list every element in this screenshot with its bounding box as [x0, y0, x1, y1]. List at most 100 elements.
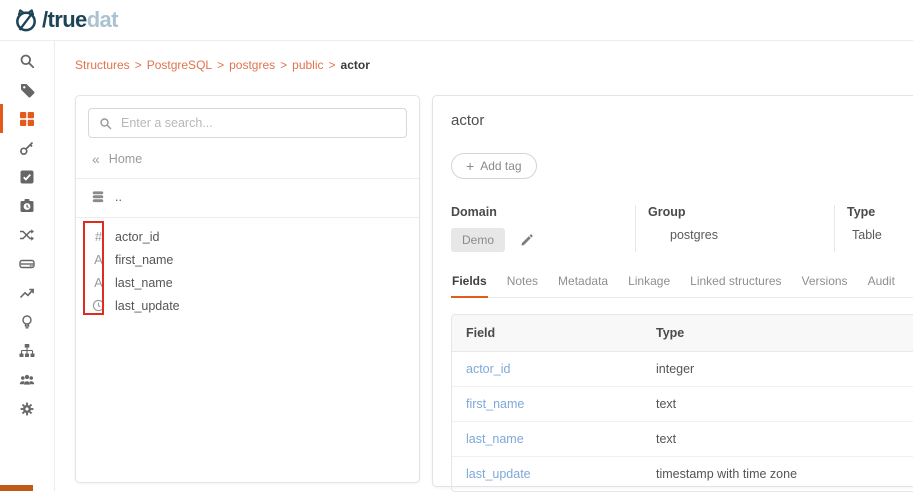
sidebar-item-search[interactable] — [0, 46, 54, 75]
breadcrumb-link-structures[interactable]: Structures — [75, 58, 130, 72]
table-row: actor_id integer — [452, 352, 913, 387]
sidebar-item-relations[interactable] — [0, 220, 54, 249]
sidebar-item-tags[interactable] — [0, 75, 54, 104]
field-name: last_name — [115, 276, 173, 290]
search-icon — [19, 53, 35, 69]
table-row: last_name text — [452, 422, 913, 457]
divider — [76, 217, 419, 218]
column-header-field: Field — [452, 315, 642, 352]
browser-home-link[interactable]: « Home — [88, 151, 407, 167]
search-icon — [99, 117, 112, 130]
sidebar-item-quality[interactable] — [0, 162, 54, 191]
grid-icon — [19, 111, 35, 127]
breadcrumb-separator: > — [135, 58, 142, 72]
browser-parent-label: .. — [115, 190, 122, 204]
tab-metadata[interactable]: Metadata — [557, 274, 609, 297]
text-type-icon: A — [91, 253, 106, 266]
fields-table: Field Type actor_id integer first_name t… — [451, 314, 913, 492]
tab-audit[interactable]: Audit — [867, 274, 896, 297]
jobs-clock-icon — [19, 198, 35, 214]
sidebar-item-systems[interactable] — [0, 249, 54, 278]
tab-notes[interactable]: Notes — [506, 274, 539, 297]
double-chevron-left-icon: « — [92, 152, 100, 166]
field-name: last_update — [115, 299, 180, 313]
field-type-value: integer — [642, 352, 913, 387]
divider — [76, 178, 419, 179]
field-name: first_name — [115, 253, 173, 267]
check-square-icon — [19, 169, 35, 185]
add-tag-button[interactable]: + Add tag — [451, 153, 537, 179]
table-row: last_update timestamp with time zone — [452, 457, 913, 492]
sidebar-item-settings[interactable] — [0, 394, 54, 423]
field-link-last-update[interactable]: last_update — [466, 467, 531, 481]
meta-type: Type Table — [834, 205, 913, 252]
meta-group-label: Group — [648, 205, 824, 219]
sitemap-icon — [19, 343, 35, 359]
breadcrumb-link-postgres[interactable]: postgres — [229, 58, 275, 72]
app-sidebar — [0, 41, 55, 491]
tab-linkage[interactable]: Linkage — [627, 274, 671, 297]
structure-detail-panel: actor + Add tag Domain Demo Group postgr… — [432, 95, 913, 487]
table-row: first_name text — [452, 387, 913, 422]
structure-search-box — [88, 108, 407, 138]
table-header-row: Field Type — [452, 315, 913, 352]
users-group-icon — [19, 372, 35, 388]
pencil-icon — [520, 234, 533, 247]
meta-group: Group postgres — [635, 205, 834, 252]
text-type-icon: A — [91, 276, 106, 289]
field-link-actor-id[interactable]: actor_id — [466, 362, 510, 376]
tab-linked-structures[interactable]: Linked structures — [689, 274, 782, 297]
structure-browser-panel: « Home .. # actor_id A first_name A last… — [75, 95, 420, 483]
breadcrumb: Structures>PostgreSQL>postgres>public>ac… — [75, 58, 370, 72]
sidebar-item-permissions[interactable] — [0, 133, 54, 162]
browser-home-label: Home — [109, 152, 142, 166]
sidebar-item-users[interactable] — [0, 365, 54, 394]
sidebar-item-dashboards[interactable] — [0, 278, 54, 307]
list-item-last-update[interactable]: last_update — [88, 294, 407, 317]
meta-group-value: postgres — [670, 228, 824, 242]
tab-versions[interactable]: Versions — [801, 274, 849, 297]
tag-icon — [19, 82, 35, 98]
domain-badge[interactable]: Demo — [451, 228, 505, 252]
list-item-first-name[interactable]: A first_name — [88, 248, 407, 271]
sidebar-item-taxonomy[interactable] — [0, 336, 54, 365]
edit-domain-button[interactable] — [520, 234, 533, 247]
key-icon — [19, 140, 35, 156]
owl-logo-icon — [13, 7, 39, 33]
field-name: actor_id — [115, 230, 159, 244]
page-title: actor — [451, 112, 913, 129]
field-type-value: text — [642, 422, 913, 457]
structure-meta: Domain Demo Group postgres Type Table — [451, 205, 913, 252]
app-header: /truedat — [0, 0, 913, 41]
plus-icon: + — [466, 159, 474, 173]
meta-domain-label: Domain — [451, 205, 625, 219]
truedat-logo[interactable]: /truedat — [13, 7, 118, 33]
browser-parent-item[interactable]: .. — [88, 188, 407, 206]
breadcrumb-separator: > — [329, 58, 336, 72]
field-link-last-name[interactable]: last_name — [466, 432, 524, 446]
sidebar-item-jobs[interactable] — [0, 191, 54, 220]
field-type-value: text — [642, 387, 913, 422]
field-type-value: timestamp with time zone — [642, 457, 913, 492]
breadcrumb-current: actor — [341, 58, 370, 72]
column-header-type: Type — [642, 315, 913, 352]
sidebar-item-structures[interactable] — [0, 104, 54, 133]
main-content: Structures>PostgreSQL>postgres>public>ac… — [55, 41, 913, 491]
browser-field-list: # actor_id A first_name A last_name last… — [88, 225, 407, 317]
sidebar-item-insights[interactable] — [0, 307, 54, 336]
chart-line-icon — [19, 285, 35, 301]
meta-type-value: Table — [852, 228, 913, 242]
gear-icon — [19, 401, 35, 417]
tab-fields[interactable]: Fields — [451, 274, 488, 298]
list-item-last-name[interactable]: A last_name — [88, 271, 407, 294]
structure-search-input[interactable] — [121, 116, 396, 130]
breadcrumb-link-public[interactable]: public — [292, 58, 323, 72]
list-item-actor-id[interactable]: # actor_id — [88, 225, 407, 248]
field-link-first-name[interactable]: first_name — [466, 397, 524, 411]
detail-tabs: Fields Notes Metadata Linkage Linked str… — [451, 274, 913, 298]
cutoff-orange-element — [0, 485, 33, 491]
breadcrumb-link-postgresql[interactable]: PostgreSQL — [147, 58, 212, 72]
meta-domain: Domain Demo — [451, 205, 635, 252]
breadcrumb-separator: > — [280, 58, 287, 72]
database-icon — [91, 190, 105, 204]
